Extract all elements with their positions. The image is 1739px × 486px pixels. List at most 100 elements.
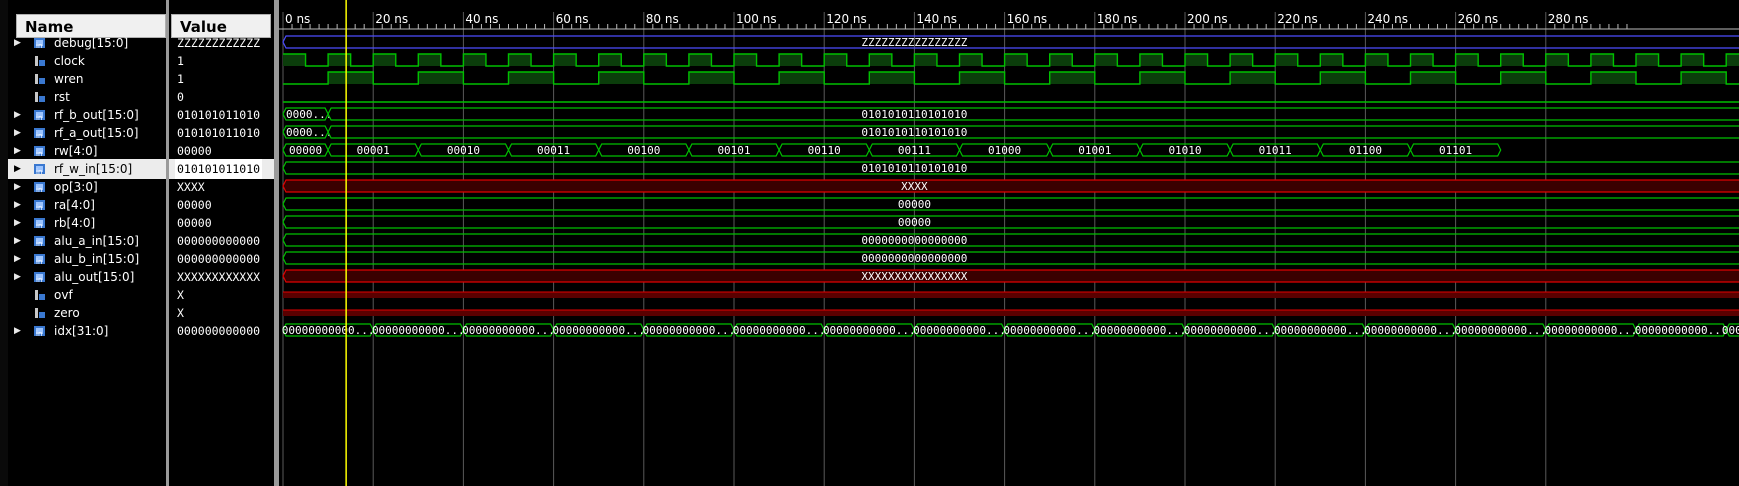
signal-row[interactable]: clock <box>8 51 166 71</box>
signal-row[interactable]: ▶ in rf_b_out[15:0] <box>8 105 166 125</box>
high-fill <box>1500 54 1524 66</box>
bus-value-label: 00000000000... <box>1094 324 1187 337</box>
bus-waveform[interactable]: 00000 <box>282 197 1739 211</box>
signal-row[interactable]: wren <box>8 69 166 89</box>
expand-arrow-icon[interactable]: ▶ <box>14 123 21 143</box>
signal-name: rf_a_out[15:0] <box>54 126 139 140</box>
expand-arrow-icon[interactable]: ▶ <box>14 321 21 341</box>
expand-arrow-icon[interactable]: ▶ <box>14 195 21 215</box>
signal-value-row[interactable]: 0 <box>169 87 274 107</box>
bus-value-label: 0101010110101010 <box>861 126 967 139</box>
bus-segment <box>282 269 1739 283</box>
bus-signal-icon: in <box>33 36 47 50</box>
signal-value-row[interactable]: 010101011010 <box>169 105 274 125</box>
bus-value-label: 00100 <box>627 144 660 157</box>
signal-row[interactable]: ▶ in idx[31:0] <box>8 321 166 341</box>
bus-waveform[interactable]: ZZZZZZZZZZZZZZZZ <box>282 35 1739 49</box>
signal-value-row[interactable]: 00000 <box>169 195 274 215</box>
signal-value-row[interactable]: 000000000000 <box>169 231 274 251</box>
expand-arrow-icon[interactable]: ▶ <box>14 213 21 233</box>
signal-row[interactable]: ▶ in ra[4:0] <box>8 195 166 215</box>
bus-value-label: 00000000000... <box>1454 324 1547 337</box>
high-fill <box>1681 54 1704 66</box>
signal-row[interactable]: ▶ in rw[4:0] <box>8 141 166 161</box>
signal-value-row[interactable]: 010101011010 <box>169 123 274 143</box>
svg-text:in: in <box>36 240 42 248</box>
expand-arrow-icon[interactable]: ▶ <box>14 249 21 269</box>
high-fill <box>508 54 532 66</box>
signal-row[interactable]: ▶ in rf_w_in[15:0] <box>8 159 166 179</box>
time-tick-label: 60 ns <box>556 12 589 26</box>
expand-arrow-icon[interactable]: ▶ <box>14 105 21 125</box>
signal-row[interactable]: ▶ in rf_a_out[15:0] <box>8 123 166 143</box>
signal-value-row[interactable]: ZZZZZZZZZZZZ <box>169 33 274 53</box>
expand-arrow-icon[interactable]: ▶ <box>14 267 21 287</box>
high-fill <box>1500 72 1546 84</box>
expand-arrow-icon[interactable]: ▶ <box>14 141 21 161</box>
bus-waveform[interactable]: XXXX <box>282 179 1739 193</box>
bus-waveform[interactable]: XXXXXXXXXXXXXXXX <box>282 269 1739 283</box>
high-fill <box>598 72 644 84</box>
bus-segment <box>282 197 1739 211</box>
signal-row[interactable]: ▶ in debug[15:0] <box>8 33 166 53</box>
signal-value-row[interactable]: 00000 <box>169 213 274 233</box>
signal-row[interactable]: ▶ in rb[4:0] <box>8 213 166 233</box>
expand-arrow-icon[interactable]: ▶ <box>14 159 21 179</box>
bus-segment <box>327 125 1739 139</box>
signal-name: wren <box>54 72 84 86</box>
signal-row[interactable]: ▶ in op[3:0] <box>8 177 166 197</box>
bus-waveform[interactable]: 00000000000...00000000000...00000000000.… <box>282 323 1739 337</box>
signal-value: 1 <box>177 54 184 68</box>
high-fill <box>959 54 983 66</box>
signal-value-row[interactable]: XXXXXXXXXXXX <box>169 267 274 287</box>
expand-arrow-icon[interactable]: ▶ <box>14 231 21 251</box>
ovf-waveform[interactable] <box>283 292 1739 298</box>
bus-signal-icon: in <box>33 162 47 176</box>
bus-value-label: 00000000000... <box>1545 324 1638 337</box>
bus-waveform[interactable]: 0000000000000000 <box>282 251 1739 265</box>
high-fill <box>463 54 486 66</box>
time-tick-label: 40 ns <box>465 12 498 26</box>
wren-waveform[interactable] <box>283 71 1739 85</box>
bus-waveform[interactable]: 0000000000000000 <box>282 233 1739 247</box>
bus-waveform[interactable]: 0000... 0101010110101010 <box>282 107 1739 121</box>
bus-waveform[interactable]: 00000 00001 00010 00011 00100 00101 00110 00111… <box>282 143 1502 157</box>
signal-value-row[interactable]: X <box>169 303 274 323</box>
signal-row[interactable]: ▶ in alu_b_in[15:0] <box>8 249 166 269</box>
zero-waveform[interactable] <box>283 310 1739 316</box>
signal-value-row[interactable]: 000000000000 <box>169 249 274 269</box>
high-fill <box>418 54 441 66</box>
clock-waveform[interactable] <box>283 53 1739 67</box>
signal-value-row[interactable]: 000000000000 <box>169 321 274 341</box>
bus-value-label: 01000 <box>988 144 1021 157</box>
bus-value-label: 00111 <box>898 144 931 157</box>
signal-name: rf_b_out[15:0] <box>54 108 139 122</box>
bus-segment <box>282 35 1739 49</box>
signal-row[interactable]: ovf <box>8 285 166 305</box>
bus-value-label: 01001 <box>1078 144 1111 157</box>
signal-row[interactable]: rst <box>8 87 166 107</box>
signal-value-row[interactable]: 1 <box>169 51 274 71</box>
signal-row[interactable]: zero <box>8 303 166 323</box>
signal-row[interactable]: ▶ in alu_out[15:0] <box>8 267 166 287</box>
waveform-pane[interactable]: 0 ns 20 ns 40 ns 60 ns 80 ns 100 ns 120 ns 140 … <box>274 0 1739 486</box>
time-tick-label: 20 ns <box>375 12 408 26</box>
expand-arrow-icon[interactable]: ▶ <box>14 33 21 53</box>
bus-waveform[interactable]: 0101010110101010 <box>282 161 1739 175</box>
bus-waveform[interactable]: 0000... 0101010110101010 <box>282 125 1739 139</box>
signal-value-row[interactable]: XXXX <box>169 177 274 197</box>
high-fill <box>1049 72 1095 84</box>
signal-value-row[interactable]: 010101011010 <box>169 159 274 179</box>
signal-row[interactable]: ▶ in alu_a_in[15:0] <box>8 231 166 251</box>
signal-value-row[interactable]: 00000 <box>169 141 274 161</box>
waveform-canvas[interactable]: 0 ns 20 ns 40 ns 60 ns 80 ns 100 ns 120 ns 140 … <box>279 0 1739 486</box>
bus-value-label: 00101 <box>717 144 750 157</box>
signal-value: 010101011010 <box>175 159 263 179</box>
high-fill <box>824 54 847 66</box>
signal-value-row[interactable]: X <box>169 285 274 305</box>
expand-arrow-icon[interactable]: ▶ <box>14 177 21 197</box>
signal-value: ZZZZZZZZZZZZ <box>177 36 261 50</box>
signal-value-row[interactable]: 1 <box>169 69 274 89</box>
bus-waveform[interactable]: 00000 <box>282 215 1739 229</box>
time-tick-label: 80 ns <box>646 12 679 26</box>
